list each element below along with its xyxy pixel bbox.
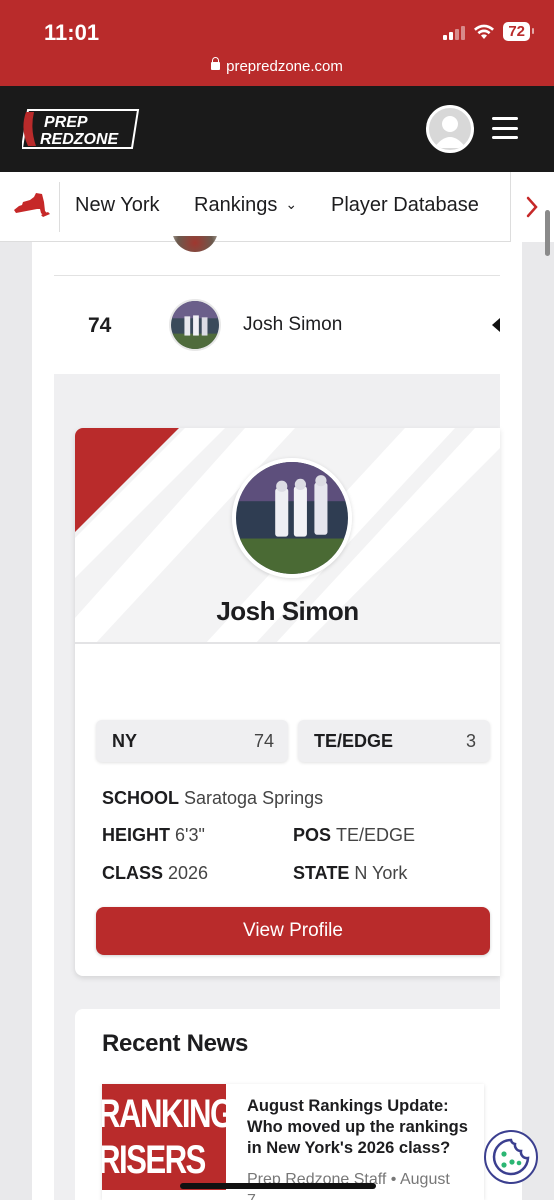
url-bar[interactable]: prepredzone.com [0,57,554,75]
ranking-player-thumbnail[interactable] [169,299,221,351]
view-profile-button[interactable]: View Profile [96,907,490,955]
nav-item-rankings-label: Rankings [194,194,278,216]
player-card: Josh Simon [75,428,500,976]
hamburger-menu-icon[interactable] [492,117,518,139]
news-thumb-line1: RANKINGS [102,1092,226,1136]
url-text: prepredzone.com [226,58,343,75]
position-info: POS TE/EDGE [293,825,415,846]
status-time: 11:01 [44,20,100,45]
state-rank-value: 74 [253,730,274,751]
battery-indicator: 72 [503,22,534,41]
lock-icon [211,57,221,70]
wifi-icon [474,24,495,39]
height-info: HEIGHT 6'3" [102,825,205,846]
news-date: August [399,1171,450,1188]
status-icons: 72 [443,22,534,41]
news-thumb-line2: RISERS [102,1138,206,1182]
news-date-continued: 7 [247,1192,256,1200]
school-value: Saratoga Springs [184,788,324,808]
state-rank-key: NY [112,730,138,751]
state-label: STATE [293,863,350,883]
news-headline[interactable]: August Rankings Update: Who moved up the… [247,1096,477,1159]
nav-item-rankings[interactable]: Rankings ⌄ [194,194,297,217]
cookie-settings-icon[interactable] [484,1130,538,1184]
logo-line2: REDZONE [40,131,120,148]
class-value: 2026 [168,863,209,883]
scrollbar[interactable] [545,210,550,256]
pos-value: TE/EDGE [336,825,416,845]
news-thumbnail[interactable]: RANKINGS RISERS [102,1084,226,1190]
home-indicator[interactable] [180,1183,376,1189]
state-value: N York [354,863,408,883]
pos-label: POS [293,825,332,845]
status-bar: 11:01 72 prepredzone.com [0,0,554,86]
school-label: SCHOOL [102,788,180,808]
class-label: CLASS [102,863,164,883]
logo-line1: PREP [44,114,88,131]
position-rank-chip: TE/EDGE 3 [298,720,490,762]
player-photo [232,458,352,578]
nav-item-new-york[interactable]: New York [75,194,160,217]
player-name: Josh Simon [216,596,359,626]
new-york-state-icon[interactable] [10,192,50,222]
school-info: SCHOOL Saratoga Springs [102,788,323,809]
prep-redzone-logo[interactable]: PREP REDZONE [20,108,140,150]
previous-player-thumbnail[interactable] [172,236,218,252]
recent-news-title: Recent News [102,1030,249,1057]
position-rank-key: TE/EDGE [314,730,394,751]
cellular-signal-icon [443,24,466,40]
ranking-number: 74 [88,314,112,337]
height-label: HEIGHT [102,825,171,845]
class-info: CLASS 2026 [102,863,208,884]
chevron-right-icon [526,196,538,218]
user-avatar-icon[interactable] [426,105,474,153]
position-rank-value: 3 [465,730,476,751]
collapse-caret-icon[interactable] [492,318,500,332]
ranking-player-name[interactable]: Josh Simon [243,314,342,336]
card-banner: Josh Simon [75,428,500,644]
banner-divider [75,642,500,644]
chevron-down-icon: ⌄ [285,196,298,212]
state-rank-chip: NY 74 [96,720,288,762]
nav-divider [59,182,60,232]
height-value: 6'3" [175,825,205,845]
state-info: STATE N York [293,863,407,884]
nav-item-player-database[interactable]: Player Database [331,194,479,217]
